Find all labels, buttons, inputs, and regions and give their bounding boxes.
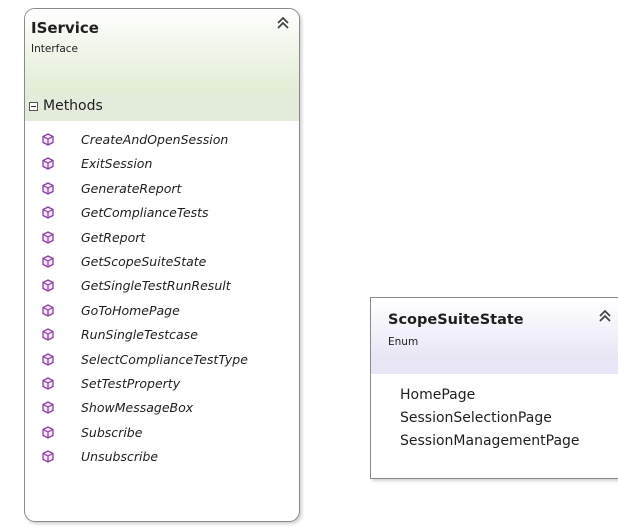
method-name: SetTestProperty xyxy=(81,375,181,391)
method-name: GetScopeSuiteState xyxy=(81,253,207,269)
method-row[interactable]: SetTestProperty xyxy=(25,373,299,397)
enum-separator xyxy=(371,360,618,374)
method-cube-icon xyxy=(42,425,54,439)
double-chevron-up-icon[interactable] xyxy=(275,15,291,31)
enum-value[interactable]: HomePage xyxy=(400,384,580,407)
method-name: GetComplianceTests xyxy=(81,205,209,221)
method-name: ShowMessageBox xyxy=(81,400,194,416)
method-cube-icon xyxy=(42,206,54,219)
method-name: GetSingleTestRunResult xyxy=(81,278,231,294)
method-name: RunSingleTestcase xyxy=(81,327,198,343)
methods-section-header[interactable]: Methods xyxy=(25,93,299,121)
method-row[interactable]: GenerateReport xyxy=(25,178,299,202)
iservice-title: IService xyxy=(31,19,99,37)
method-row[interactable]: GoToHomePage xyxy=(25,300,299,324)
methods-list: CreateAndOpenSession ExitSession GenerateR… xyxy=(25,129,299,470)
iservice-header: IService Interface xyxy=(25,9,299,93)
scopesuitestate-stereotype: Enum xyxy=(388,336,419,348)
method-row[interactable]: Subscribe xyxy=(25,422,299,446)
method-name: SelectComplianceTestType xyxy=(81,351,248,367)
collapse-section-icon[interactable] xyxy=(29,102,38,111)
double-chevron-up-icon[interactable] xyxy=(597,308,613,324)
method-name: GetReport xyxy=(81,229,146,245)
method-cube-icon xyxy=(42,401,54,415)
method-row[interactable]: GetReport xyxy=(25,227,299,251)
method-row[interactable]: RunSingleTestcase xyxy=(25,324,299,348)
method-name: GoToHomePage xyxy=(81,302,180,318)
method-name: GenerateReport xyxy=(81,180,182,196)
method-cube-icon xyxy=(42,304,54,317)
method-row[interactable]: GetSingleTestRunResult xyxy=(25,275,299,299)
methods-section-label: Methods xyxy=(43,98,103,114)
method-cube-icon xyxy=(42,157,54,171)
enum-value[interactable]: SessionSelectionPage xyxy=(400,407,580,430)
scopesuitestate-enum-box[interactable]: ScopeSuiteState Enum HomePage SessionSele… xyxy=(370,297,618,479)
method-row[interactable]: GetComplianceTests xyxy=(25,202,299,226)
iservice-interface-box[interactable]: IService Interface Methods CreateAndOpen… xyxy=(24,8,300,522)
method-row[interactable]: SelectComplianceTestType xyxy=(25,349,299,373)
iservice-stereotype: Interface xyxy=(31,43,79,55)
method-name: Unsubscribe xyxy=(81,449,159,465)
method-name: Subscribe xyxy=(81,424,143,440)
method-cube-icon xyxy=(42,279,54,293)
enum-value[interactable]: SessionManagementPage xyxy=(400,430,580,453)
method-cube-icon xyxy=(42,255,54,268)
method-row[interactable]: GetScopeSuiteState xyxy=(25,251,299,275)
method-row[interactable]: ShowMessageBox xyxy=(25,397,299,421)
method-row[interactable]: CreateAndOpenSession xyxy=(25,129,299,153)
method-row[interactable]: ExitSession xyxy=(25,153,299,177)
method-cube-icon xyxy=(42,352,54,366)
method-name: CreateAndOpenSession xyxy=(81,132,229,147)
method-row[interactable]: Unsubscribe xyxy=(25,446,299,470)
scopesuitestate-header xyxy=(371,298,618,360)
method-name: ExitSession xyxy=(81,156,153,172)
method-cube-icon xyxy=(42,377,54,390)
method-cube-icon xyxy=(42,133,54,146)
method-cube-icon xyxy=(42,328,54,341)
method-cube-icon xyxy=(42,182,54,195)
scopesuitestate-title: ScopeSuiteState xyxy=(388,312,524,328)
method-cube-icon xyxy=(42,230,54,244)
method-cube-icon xyxy=(42,450,54,463)
enum-values-list: HomePage SessionSelectionPage SessionManag… xyxy=(400,384,580,453)
